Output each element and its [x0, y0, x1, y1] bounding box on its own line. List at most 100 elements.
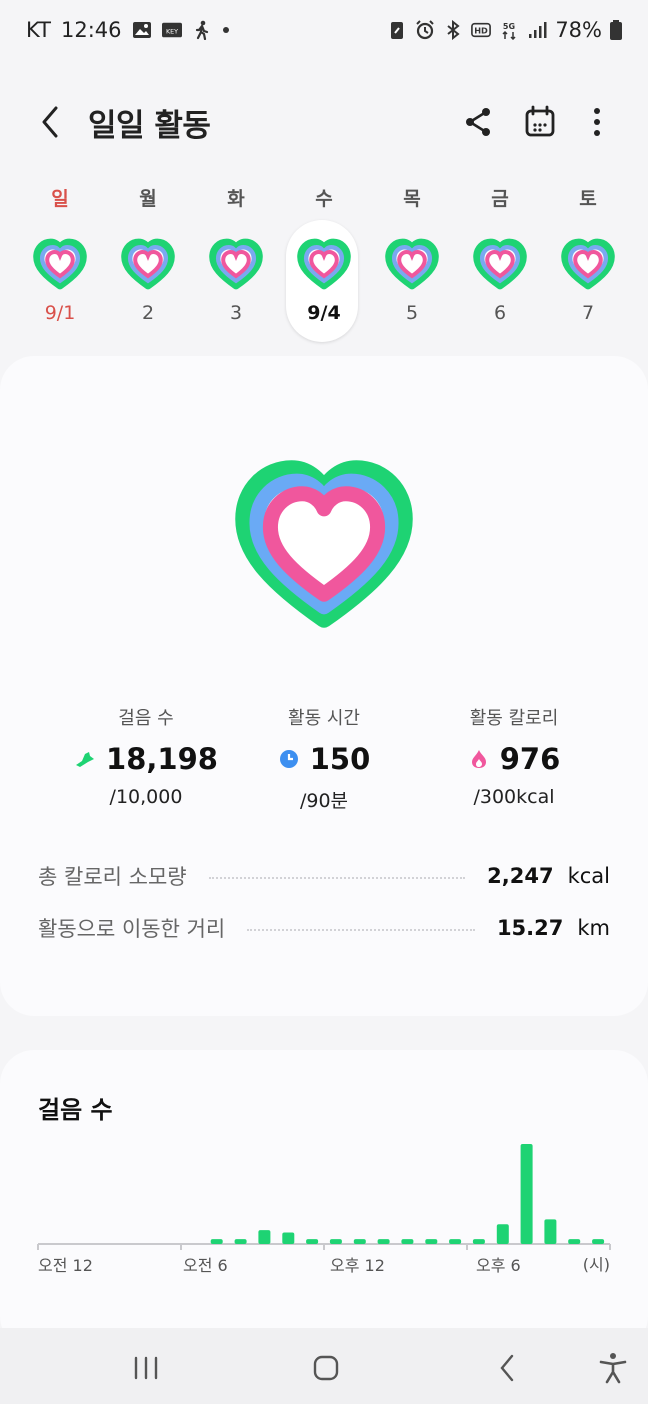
steps-bar: [520, 1144, 533, 1244]
recent-apps-icon[interactable]: [128, 1350, 164, 1386]
total-calories-row: 총 칼로리 소모량 2,247 kcal: [38, 856, 610, 896]
carrier-label: KT: [26, 18, 51, 42]
activity-metrics: 걸음 수 18,198 /10,000 활동 시간 150 /90분 활동 칼로…: [0, 704, 648, 814]
flame-icon: [471, 750, 486, 768]
hd-voice-icon: HD: [471, 22, 492, 38]
day-item-sat[interactable]: 토 7: [544, 178, 632, 348]
day-item-wed[interactable]: 수 9/4: [280, 178, 368, 348]
day-item-thu[interactable]: 목 5: [368, 178, 456, 348]
steps-bar: [449, 1239, 462, 1244]
steps-bar: [544, 1219, 557, 1244]
steps-bar: [258, 1230, 271, 1244]
steps-bar: [329, 1239, 342, 1244]
battery-saver-icon: [391, 22, 404, 39]
system-nav-bar: [0, 1328, 648, 1404]
steps-bar: [306, 1239, 319, 1244]
steps-bar: [425, 1239, 438, 1244]
nav-back-icon[interactable]: [490, 1350, 526, 1386]
total-calories-label: 총 칼로리 소모량: [38, 865, 187, 889]
x-tick-label: 오전 12: [38, 1256, 93, 1275]
battery-icon: [610, 20, 622, 40]
svg-text:5G: 5G: [503, 22, 515, 31]
activity-heart-icon: [470, 234, 530, 294]
daily-summary-card: 걸음 수 18,198 /10,000 활동 시간 150 /90분 활동 칼로…: [0, 356, 648, 1016]
back-arrow-icon[interactable]: [34, 102, 70, 142]
x-tick-label: 오전 6: [183, 1256, 228, 1275]
day-item-tue[interactable]: 화 3: [192, 178, 280, 348]
home-icon[interactable]: [308, 1350, 344, 1386]
active-time-label: 활동 시간: [288, 708, 360, 729]
activity-heart-icon: [382, 234, 442, 294]
active-calories-metric[interactable]: 활동 칼로리 976 /300kcal: [414, 704, 614, 808]
active-calories-label: 활동 칼로리: [469, 708, 559, 729]
day-name: 월: [139, 188, 157, 210]
activity-heart-icon: [206, 234, 266, 294]
steps-goal: /10,000: [109, 786, 183, 808]
steps-bar: [401, 1239, 414, 1244]
week-selector: 일 9/1 월 2 화 3 수 9/4 목 5 금 6 토 7: [14, 178, 634, 348]
day-name: 수: [315, 188, 333, 210]
day-date: 5: [405, 302, 419, 324]
gallery-icon: [132, 22, 151, 38]
clock-icon: [279, 750, 298, 768]
active-time-metric[interactable]: 활동 시간 150 /90분: [224, 704, 424, 813]
notification-dot-icon: [222, 27, 229, 33]
x-unit-label: (시): [583, 1255, 610, 1274]
share-icon[interactable]: [458, 102, 498, 142]
svg-text:HD: HD: [475, 26, 489, 36]
day-name: 금: [491, 188, 509, 210]
activity-heart-icon: [294, 234, 354, 294]
activity-heart-icon: [118, 234, 178, 294]
steps-bar: [353, 1239, 366, 1244]
active-time-goal: /90분: [299, 790, 349, 812]
dotted-leader: [247, 929, 475, 931]
steps-label: 걸음 수: [118, 708, 174, 729]
more-options-icon[interactable]: [577, 102, 617, 142]
day-item-fri[interactable]: 금 6: [456, 178, 544, 348]
distance-unit: km: [577, 916, 610, 940]
steps-bar: [568, 1239, 581, 1244]
day-name: 화: [227, 188, 245, 210]
calendar-icon[interactable]: [520, 102, 560, 142]
page-title: 일일 활동: [88, 108, 211, 144]
dotted-leader: [208, 877, 466, 879]
activity-rings-heart: [206, 444, 442, 644]
day-date: 2: [141, 302, 155, 324]
steps-bar-chart: 오전 12 오전 6 오후 12 오후 6 (시): [37, 1144, 611, 1275]
steps-bar: [472, 1239, 485, 1244]
day-date: 9/1: [44, 302, 76, 324]
app-header: 일일 활동: [0, 90, 648, 154]
distance-label: 활동으로 이동한 거리: [38, 917, 226, 941]
day-item-sun[interactable]: 일 9/1: [16, 178, 104, 348]
svg-text:KEY: KEY: [165, 29, 177, 36]
day-name: 목: [403, 188, 421, 210]
walking-icon: [195, 20, 208, 40]
day-date: 7: [581, 302, 595, 324]
accessibility-icon[interactable]: [595, 1350, 631, 1386]
shoe-icon: [76, 752, 95, 767]
clock: 12:46: [60, 18, 122, 42]
distance-value: 15.27: [496, 916, 564, 940]
day-name: 일: [51, 188, 69, 210]
distance-row: 활동으로 이동한 거리 15.27 km: [38, 908, 610, 948]
steps-bar: [282, 1232, 295, 1244]
steps-chart-card[interactable]: 걸음 수 오전 12 오전 6 오후 12 오후 6 (시): [0, 1050, 648, 1350]
steps-metric[interactable]: 걸음 수 18,198 /10,000: [46, 704, 246, 808]
day-name: 토: [579, 188, 597, 210]
day-date: 6: [493, 302, 507, 324]
activity-heart-icon: [558, 234, 618, 294]
alarm-icon: [416, 20, 435, 40]
x-tick-label: 오후 6: [476, 1256, 521, 1275]
steps-bar: [377, 1239, 390, 1244]
5g-icon: 5G: [502, 22, 516, 40]
steps-value: 18,198: [106, 742, 218, 776]
day-date: 9/4: [307, 302, 341, 324]
steps-bar: [210, 1239, 223, 1244]
total-calories-unit: kcal: [567, 864, 610, 888]
steps-bar: [234, 1239, 247, 1244]
total-calories-value: 2,247: [487, 864, 554, 888]
active-time-value: 150: [309, 742, 371, 776]
bluetooth-icon: [447, 20, 460, 40]
battery-percent: 78%: [555, 18, 602, 42]
day-item-mon[interactable]: 월 2: [104, 178, 192, 348]
